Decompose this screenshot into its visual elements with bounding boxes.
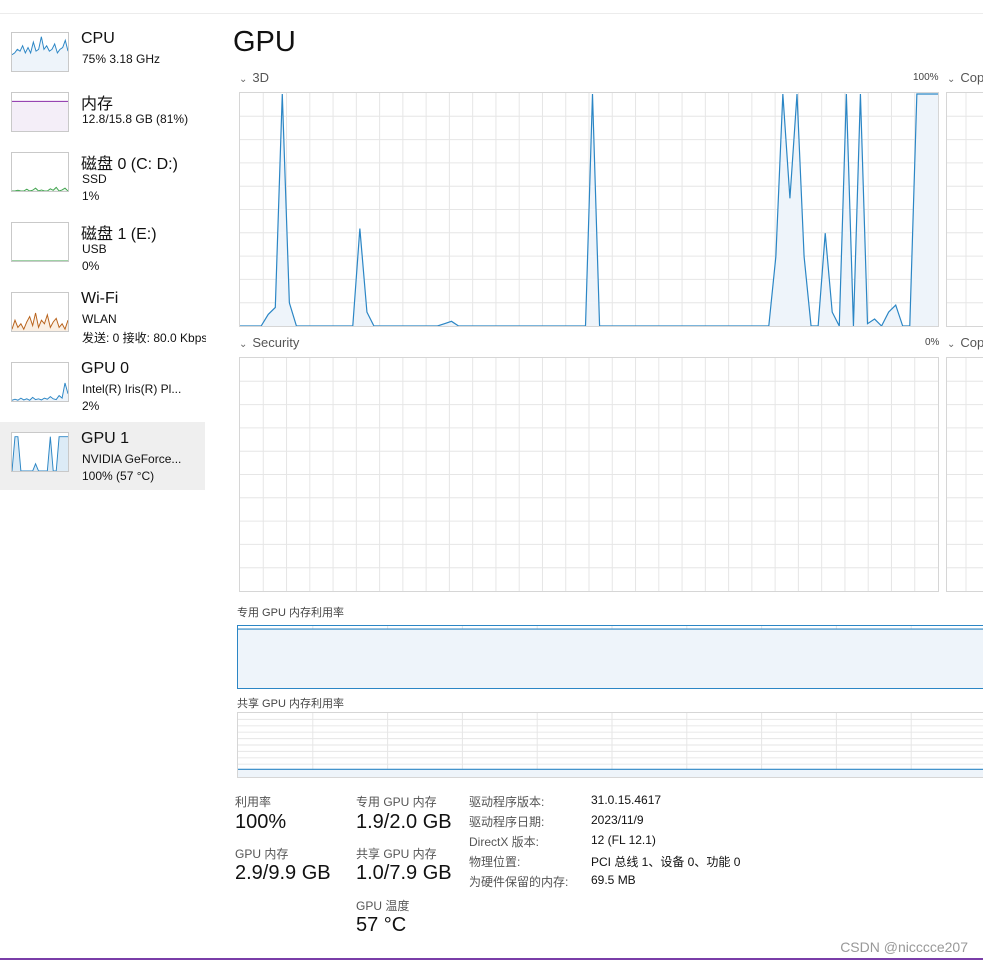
sidebar-item-value: 发送: 0 接收: 80.0 Kbps (82, 331, 206, 345)
engine-graph-security (239, 357, 939, 592)
gpu-memory-label: GPU 内存 (235, 847, 289, 861)
sidebar-item-memory[interactable]: 内存 12.8/15.8 GB (81%) (0, 82, 205, 150)
driver-version-label: 驱动程序版本: (469, 795, 545, 809)
reserved-memory-value: 69.5 MB (591, 873, 636, 887)
directx-version-label: DirectX 版本: (469, 835, 540, 849)
engine-label: Cop (960, 335, 983, 350)
shared-memory-graph (237, 712, 983, 778)
thumbnail-area (12, 101, 68, 131)
engine-selector-copy[interactable]: ⌄ Cop (947, 70, 983, 85)
utilization-label: 利用率 (235, 795, 272, 809)
sidebar-item-disk-0[interactable]: 磁盘 0 (C: D:) SSD 1% (0, 142, 205, 210)
disk-0-thumbnail-graph (11, 152, 69, 192)
sidebar-item-gpu-1[interactable]: GPU 1 NVIDIA GeForce... 100% (57 °C) (0, 422, 205, 490)
sidebar-item-title: 内存 (81, 96, 114, 113)
sidebar-item-title: GPU 0 (81, 360, 130, 377)
shared-memory-area (238, 769, 983, 777)
thumbnail-line (12, 186, 68, 191)
sidebar-item-detail: NVIDIA GeForce... (82, 452, 182, 466)
gpu-0-thumbnail-graph (11, 362, 69, 402)
title-bar-divider (0, 13, 983, 14)
gpu-temperature-value: 57 °C (356, 914, 407, 936)
sidebar-item-detail: Intel(R) Iris(R) Pl... (82, 382, 182, 396)
sidebar-item-detail: WLAN (82, 312, 117, 326)
driver-date-label: 驱动程序日期: (469, 815, 545, 829)
sidebar-item-detail: USB (82, 242, 107, 256)
sidebar-item-detail: SSD (82, 172, 107, 186)
chevron-down-icon: ⌄ (239, 74, 248, 85)
sidebar-item-gpu-0[interactable]: GPU 0 Intel(R) Iris(R) Pl... 2% (0, 352, 205, 420)
engine-max-label: 100% (913, 72, 939, 83)
engine-graph-copy (946, 92, 983, 327)
disk-1-thumbnail-graph (11, 222, 69, 262)
cpu-thumbnail-graph (11, 32, 69, 72)
shared-memory-value: 1.0/7.9 GB (356, 862, 452, 884)
reserved-memory-label: 为硬件保留的内存: (469, 875, 569, 889)
gpu-1-thumbnail-graph (11, 432, 69, 472)
sidebar-item-cpu[interactable]: CPU 75% 3.18 GHz (0, 22, 205, 90)
driver-version-value: 31.0.15.4617 (591, 793, 662, 807)
engine-selector-security[interactable]: ⌄ Security (239, 335, 299, 350)
page-title: GPU (233, 26, 296, 58)
physical-location-value: PCI 总线 1、设备 0、功能 0 (591, 855, 741, 869)
sidebar-item-value: 0% (82, 259, 100, 273)
memory-thumbnail-graph (11, 92, 69, 132)
dedicated-memory-chart-label: 专用 GPU 内存利用率 (237, 607, 344, 619)
engine-selector-3d[interactable]: ⌄ 3D (239, 70, 269, 85)
engine-graph-copy-2 (946, 357, 983, 592)
chevron-down-icon: ⌄ (239, 339, 248, 350)
engine-graph-3d (239, 92, 939, 327)
dedicated-memory-label: 专用 GPU 内存 (356, 795, 437, 809)
shared-memory-chart-label: 共享 GPU 内存利用率 (237, 698, 344, 710)
sidebar-item-disk-1[interactable]: 磁盘 1 (E:) USB 0% (0, 212, 205, 280)
thumbnail-area (12, 312, 68, 331)
sidebar-item-value: 100% (57 °C) (82, 469, 155, 483)
engine-label: 3D (252, 70, 270, 85)
physical-location-label: 物理位置: (469, 855, 521, 869)
sidebar-item-value: 1% (82, 189, 100, 203)
chevron-down-icon: ⌄ (947, 339, 956, 350)
sidebar-item-wifi[interactable]: Wi-Fi WLAN 发送: 0 接收: 80.0 Kbps (0, 282, 206, 350)
driver-date-value: 2023/11/9 (591, 813, 644, 827)
sidebar-item-title: 磁盘 1 (E:) (81, 226, 157, 243)
wifi-thumbnail-graph (11, 292, 69, 332)
sidebar-item-title: GPU 1 (81, 430, 130, 447)
sidebar-item-detail: 12.8/15.8 GB (81%) (82, 112, 189, 126)
gpu-temperature-label: GPU 温度 (356, 899, 410, 913)
dedicated-memory-graph (237, 625, 983, 689)
sidebar-item-title: CPU (81, 30, 115, 47)
shared-memory-label: 共享 GPU 内存 (356, 847, 437, 861)
engine-selector-copy-2[interactable]: ⌄ Cop (947, 335, 983, 350)
sidebar-item-detail: 75% 3.18 GHz (82, 52, 161, 66)
engine-label: Cop (960, 70, 983, 85)
sidebar-item-value: 2% (82, 399, 100, 413)
dedicated-memory-area (238, 629, 983, 688)
sidebar-item-title: 磁盘 0 (C: D:) (81, 156, 178, 173)
chevron-down-icon: ⌄ (947, 74, 956, 85)
dedicated-memory-value: 1.9/2.0 GB (356, 811, 452, 833)
watermark: CSDN @nicccce207 (840, 939, 968, 955)
directx-version-value: 12 (FL 12.1) (591, 833, 656, 847)
gpu-memory-value: 2.9/9.9 GB (235, 862, 331, 884)
engine-max-label: 0% (925, 337, 940, 348)
engine-label: Security (252, 335, 300, 350)
utilization-value: 100% (235, 811, 287, 833)
sidebar-item-title: Wi-Fi (81, 290, 119, 307)
